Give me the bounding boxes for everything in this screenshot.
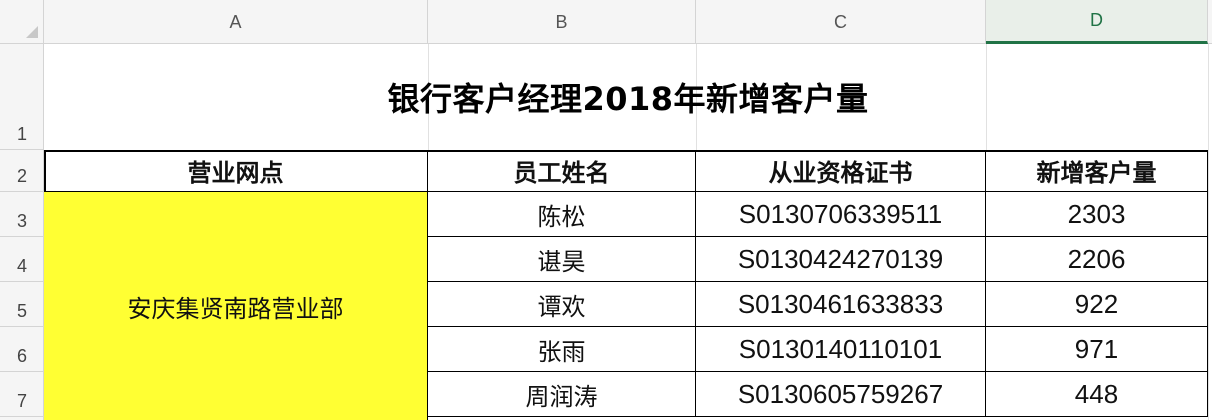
column-header-d[interactable]: D xyxy=(986,0,1208,44)
employee-name-cell[interactable]: 张雨 xyxy=(428,327,696,372)
column-header-c[interactable]: C xyxy=(696,0,986,44)
row-header-1[interactable]: 1 xyxy=(0,44,44,150)
employee-name-cell[interactable]: 陈松 xyxy=(428,192,696,237)
column-header-b[interactable]: B xyxy=(428,0,696,44)
customer-count-cell[interactable]: 922 xyxy=(986,282,1208,327)
customer-count-cell[interactable]: 971 xyxy=(986,327,1208,372)
row-header-3[interactable]: 3 xyxy=(0,192,44,237)
row-header-5[interactable]: 5 xyxy=(0,282,44,327)
row-header-4[interactable]: 4 xyxy=(0,237,44,282)
sheet-title: 银行客户经理2018年新增客户量 xyxy=(387,80,869,118)
header-cell-branch[interactable]: 营业网点 xyxy=(44,150,428,192)
header-cell-count[interactable]: 新增客户量 xyxy=(986,150,1208,192)
employee-name-cell[interactable]: 谌昊 xyxy=(428,237,696,282)
certificate-cell[interactable]: S0130706339511 xyxy=(696,192,986,237)
customer-count-cell[interactable]: 448 xyxy=(986,372,1208,417)
row-header-7[interactable]: 7 xyxy=(0,372,44,417)
certificate-cell[interactable]: S0130461633833 xyxy=(696,282,986,327)
header-cell-cert[interactable]: 从业资格证书 xyxy=(696,150,986,192)
employee-name-cell[interactable]: 周润涛 xyxy=(428,372,696,417)
employee-name-cell[interactable]: 谭欢 xyxy=(428,282,696,327)
row-header-2[interactable]: 2 xyxy=(0,150,44,192)
select-all-triangle-icon xyxy=(26,26,38,38)
certificate-cell[interactable]: S0130140110101 xyxy=(696,327,986,372)
certificate-cell[interactable]: S0130605759267 xyxy=(696,372,986,417)
sheet-title-cell[interactable]: 银行客户经理2018年新增客户量 xyxy=(44,44,1212,150)
header-cell-name[interactable]: 员工姓名 xyxy=(428,150,696,192)
row-header-6[interactable]: 6 xyxy=(0,327,44,372)
certificate-cell[interactable]: S0130424270139 xyxy=(696,237,986,282)
branch-merged-cell[interactable]: 安庆集贤南路营业部 xyxy=(44,192,428,420)
customer-count-cell[interactable]: 2206 xyxy=(986,237,1208,282)
column-header-a[interactable]: A xyxy=(44,0,428,44)
customer-count-cell[interactable]: 2303 xyxy=(986,192,1208,237)
